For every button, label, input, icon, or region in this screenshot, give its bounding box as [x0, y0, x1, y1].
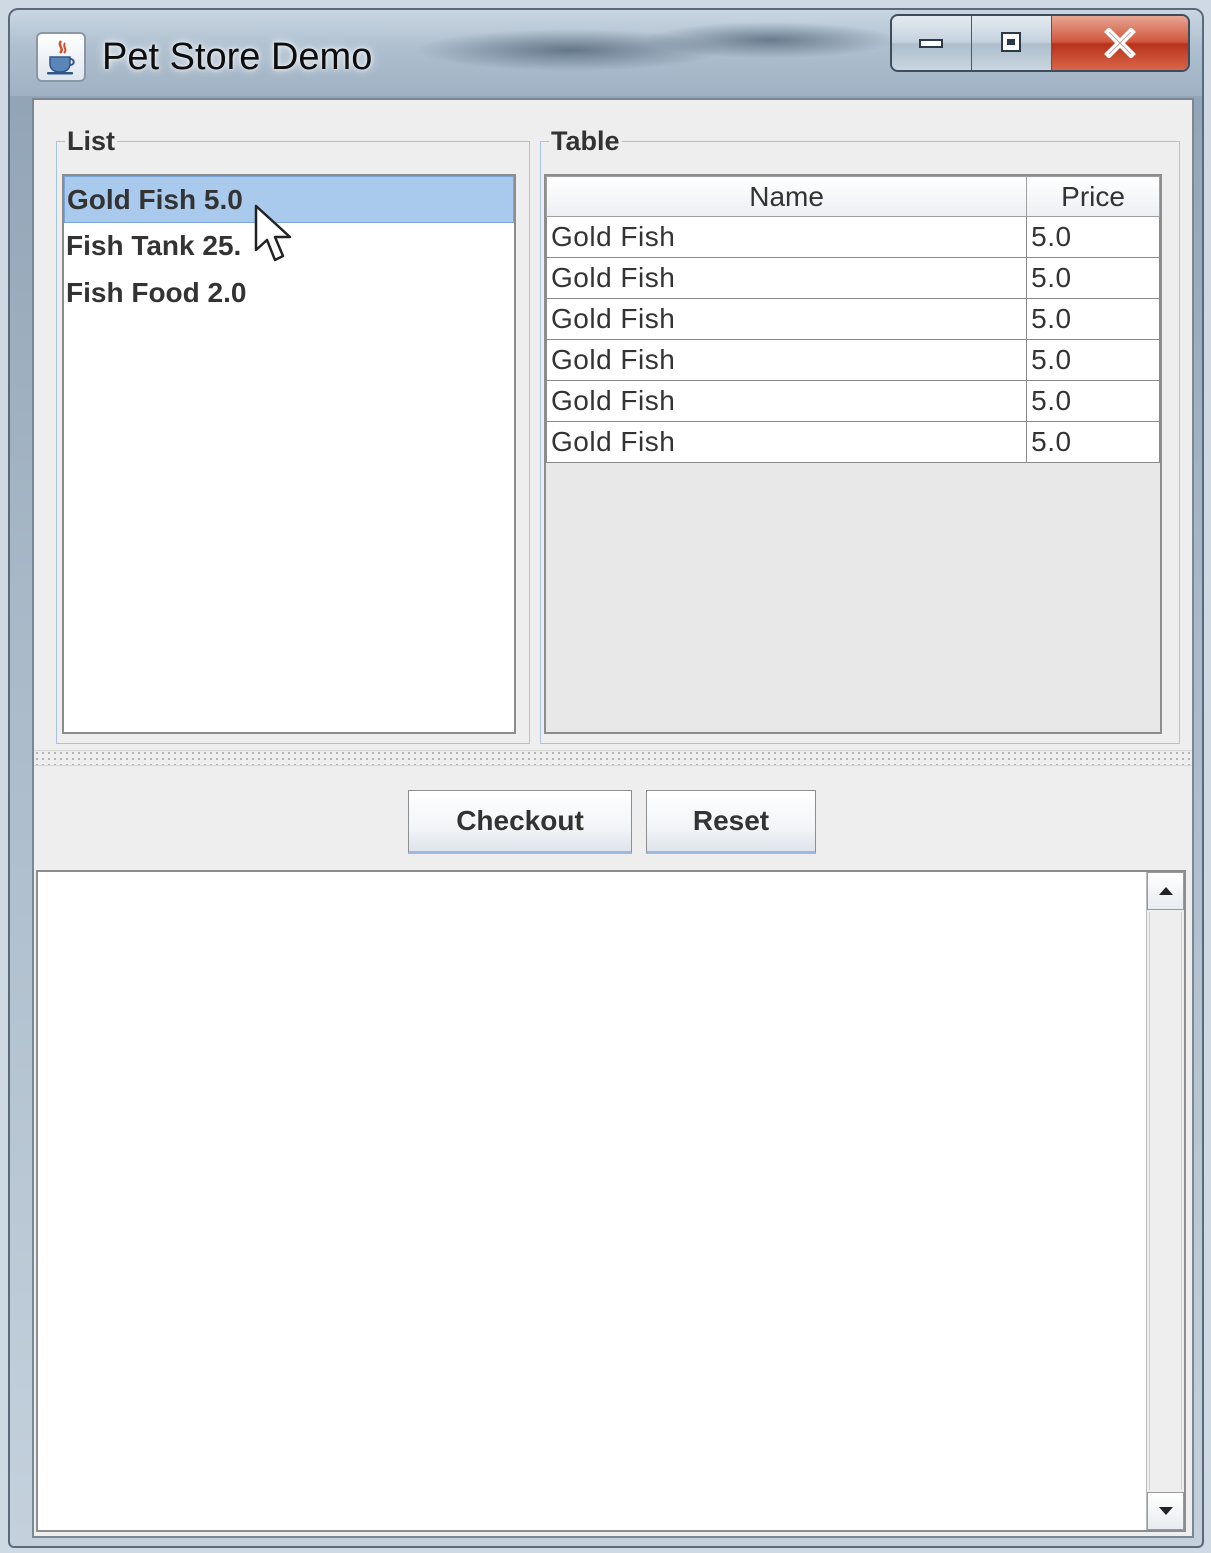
cart-table[interactable]: Name Price Gold Fish 5.0 Gold Fish 5.0 G… [544, 174, 1162, 734]
checkout-button[interactable]: Checkout [408, 790, 632, 854]
cell-price[interactable]: 5.0 [1026, 339, 1160, 381]
app-window: Pet Store Demo List Table Gold Fish 5.0 … [8, 8, 1204, 1548]
maximize-icon [1000, 32, 1021, 52]
scroll-track[interactable] [1149, 912, 1182, 1490]
cell-price[interactable]: 5.0 [1026, 298, 1160, 340]
table-row[interactable]: Gold Fish 5.0 [545, 257, 1160, 299]
arrow-down-icon [1158, 1507, 1173, 1515]
window-controls [890, 14, 1190, 72]
cell-price[interactable]: 5.0 [1026, 257, 1160, 299]
list-item[interactable]: Fish Food 2.0 [64, 270, 514, 317]
table-group-title: Table [551, 126, 620, 156]
column-header-name[interactable]: Name [545, 176, 1028, 217]
table-row[interactable]: Gold Fish 5.0 [545, 298, 1160, 340]
vertical-scrollbar[interactable] [1146, 872, 1184, 1530]
window-title: Pet Store Demo [102, 36, 373, 78]
list-group-title: List [67, 126, 116, 156]
close-button[interactable] [1052, 16, 1188, 70]
cart-grid: Name Price Gold Fish 5.0 Gold Fish 5.0 G… [545, 176, 1160, 463]
mouse-pointer-icon [254, 204, 292, 262]
table-row[interactable]: Gold Fish 5.0 [545, 380, 1160, 422]
column-header-price[interactable]: Price [1026, 176, 1160, 217]
close-icon [1104, 28, 1136, 58]
cell-name[interactable]: Gold Fish [545, 257, 1028, 299]
cell-name[interactable]: Gold Fish [545, 216, 1028, 258]
table-row[interactable]: Gold Fish 5.0 [545, 421, 1160, 463]
cell-price[interactable]: 5.0 [1026, 380, 1160, 422]
table-header-row: Name Price [545, 176, 1160, 217]
table-row[interactable]: Gold Fish 5.0 [545, 216, 1160, 258]
scroll-up-button[interactable] [1147, 872, 1184, 910]
arrow-up-icon [1158, 887, 1173, 895]
maximize-button[interactable] [972, 16, 1052, 70]
title-bar[interactable]: Pet Store Demo [10, 10, 1202, 96]
cell-name[interactable]: Gold Fish [545, 339, 1028, 381]
cell-price[interactable]: 5.0 [1026, 421, 1160, 463]
split-pane-divider[interactable] [34, 750, 1192, 766]
content-pane: List Table Gold Fish 5.0 Fish Tank 25. F… [32, 98, 1194, 1538]
output-text-area[interactable] [36, 870, 1186, 1532]
table-row[interactable]: Gold Fish 5.0 [545, 339, 1160, 381]
scroll-down-button[interactable] [1147, 1492, 1184, 1530]
cell-name[interactable]: Gold Fish [545, 298, 1028, 340]
minimize-button[interactable] [892, 16, 972, 70]
reset-button[interactable]: Reset [646, 790, 816, 854]
cell-name[interactable]: Gold Fish [545, 380, 1028, 422]
minimize-icon [918, 39, 943, 48]
cell-name[interactable]: Gold Fish [545, 421, 1028, 463]
cell-price[interactable]: 5.0 [1026, 216, 1160, 258]
java-cup-icon[interactable] [36, 32, 86, 82]
